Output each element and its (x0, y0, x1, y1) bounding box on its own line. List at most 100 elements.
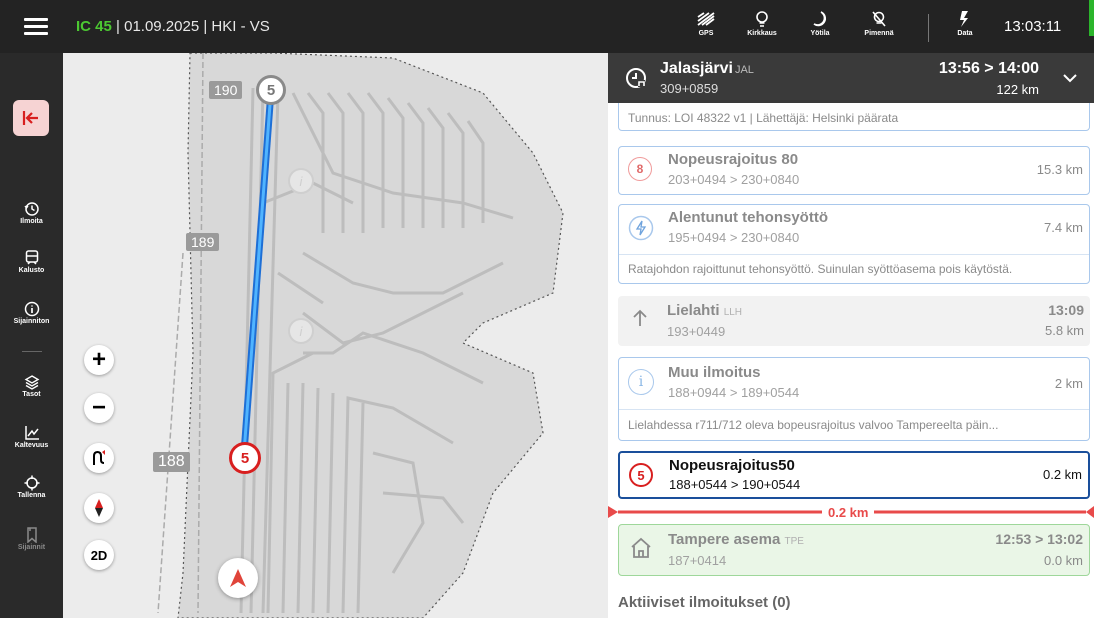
info-icon (24, 301, 39, 317)
card-divider (619, 254, 1089, 255)
compass-button[interactable] (84, 493, 114, 523)
notice-note: Lielahdessa r711/712 oleva bopeusrajoitu… (628, 418, 999, 432)
compass-icon (95, 499, 103, 517)
km-label-189: 189 (186, 233, 220, 251)
speed-limit-icon: 5 (629, 463, 653, 487)
data-button[interactable]: Data (942, 10, 988, 37)
night-mode-button[interactable]: Yötila (797, 10, 843, 37)
gps-button[interactable]: GPS (683, 10, 729, 37)
view-mode-button[interactable]: 2D (84, 540, 114, 570)
brightness-bulb-icon (756, 11, 768, 27)
notice-title: Nopeusrajoitus50 (669, 457, 795, 474)
map-canvas: i i (157, 53, 564, 618)
arrow-up-icon (631, 308, 649, 333)
sidebar-item-kaltevuus[interactable]: Kaltevuus (0, 425, 63, 449)
speed-sign-top[interactable]: 5 (256, 75, 286, 105)
info-circle-icon: i (628, 369, 654, 395)
sidebar-label: Tallenna (17, 492, 46, 499)
notice-title: Alentunut tehonsyöttö (668, 209, 828, 226)
brightness-button[interactable]: Kirkkaus (739, 10, 785, 37)
station-distance: 0.0 km (1043, 553, 1083, 568)
menu-icon[interactable] (24, 18, 48, 36)
night-mode-label: Yötila (810, 30, 830, 37)
layers-icon (24, 375, 39, 390)
data-label: Data (957, 30, 973, 37)
top-bar: IC 45 | 01.09.2025 | HKI - VS GPS Kirkka… (0, 0, 1094, 53)
notice-card-other[interactable]: i Muu ilmoitus 188+0944 > 189+0544 2 km … (618, 357, 1090, 441)
notice-card-speed-50[interactable]: 5 Nopeusrajoitus50 188+0544 > 190+0544 0… (618, 451, 1090, 499)
zoom-in-button[interactable]: + (84, 345, 114, 375)
notice-range: 188+0944 > 189+0544 (668, 385, 800, 400)
notice-card-power[interactable]: Alentunut tehonsyöttö 195+0494 > 230+084… (618, 204, 1090, 284)
waypoint-time: 13:09 (1048, 302, 1084, 318)
sidebar-label: Tasot (22, 391, 41, 398)
waypoint-distance: 5.8 km (1044, 323, 1084, 338)
station-time: 13:56 > 14:00 (938, 60, 1039, 77)
dim-off-icon (872, 11, 886, 27)
notice-note: Tunnus: LOI 48322 v1 | Lähettäjä: Helsin… (628, 111, 899, 125)
station-time: 12:53 > 13:02 (995, 531, 1083, 547)
sidebar-item-tallenna[interactable]: Tallenna (0, 475, 63, 499)
gps-label: GPS (698, 30, 714, 37)
sidebar-item-ilmoita[interactable]: Ilmoita (0, 201, 63, 225)
track-map[interactable]: i i 190 189 188 5 5 + − 2D (63, 53, 608, 618)
next-station-header[interactable]: Jalasjärvi JAL 309+0859 13:56 > 14:00 122… (608, 53, 1094, 103)
dim-button[interactable]: Pimennä (856, 10, 902, 37)
sidebar-item-sijainniton[interactable]: Sijainniton (0, 301, 63, 325)
gps-signal-icon (697, 12, 715, 26)
waypoint-name: Lielahti (667, 302, 720, 319)
dim-label: Pimennä (864, 30, 894, 37)
chevron-down-icon[interactable] (1062, 70, 1078, 86)
station-code: JAL (734, 64, 754, 76)
history-report-icon (23, 202, 39, 216)
sidebar-item-sijainnit[interactable]: Sijainnit (0, 527, 63, 551)
speed-sign-value: 5 (266, 81, 276, 99)
station-name: Jalasjärvi JAL (660, 60, 754, 78)
notice-distance: 15.3 km (1036, 162, 1083, 177)
notice-range: 203+0494 > 230+0840 (668, 172, 800, 187)
notice-distance: 7.4 km (1043, 220, 1083, 235)
notice-note: Ratajohdon rajoittunut tehonsyöttö. Suin… (628, 262, 1013, 276)
navigation-arrow-icon (230, 569, 246, 587)
notice-distance: 0.2 km (1042, 467, 1082, 482)
waypoint-position: 193+0449 (667, 324, 726, 339)
speed-limit-value: 8 (628, 157, 652, 181)
station-position: 309+0859 (660, 81, 719, 96)
zoom-out-button[interactable]: − (84, 393, 114, 423)
station-title: Tampere asema TPE (668, 531, 804, 548)
my-location-button[interactable] (218, 558, 258, 598)
speed-sign-bottom[interactable]: 5 (229, 442, 261, 474)
train-info: IC 45 | 01.09.2025 | HKI - VS (76, 18, 270, 35)
card-divider (619, 409, 1089, 410)
notice-range: 188+0544 > 190+0544 (669, 477, 801, 492)
speed-limit-value: 5 (629, 463, 653, 487)
sidebar-label: Sijainniton (13, 318, 50, 325)
collapse-button[interactable] (13, 100, 49, 136)
sidebar-label: Sijainnit (17, 544, 46, 551)
active-notices-heading[interactable]: Aktiiviset ilmoitukset (0) (618, 594, 791, 611)
notice-distance: 2 km (1054, 376, 1083, 391)
waypoint-card-lielahti[interactable]: Lielahti LLH 193+0449 13:09 5.8 km (618, 296, 1090, 346)
night-mode-icon (813, 11, 827, 27)
station-name-text: Tampere asema (668, 531, 781, 548)
bookmark-icon (26, 527, 37, 543)
distance-marker-label: 0.2 km (822, 505, 875, 520)
sidebar-label: Kaltevuus (14, 442, 49, 449)
route-panel: Tunnus: LOI 48322 v1 | Lähettäjä: Helsin… (608, 53, 1094, 618)
crosshair-icon (24, 475, 39, 491)
station-card-tampere[interactable]: Tampere asema TPE 187+0414 12:53 > 13:02… (618, 524, 1090, 576)
sidebar-label: Kalusto (18, 267, 45, 274)
station-distance: 122 km (996, 82, 1039, 97)
data-transfer-icon (960, 11, 968, 27)
power-icon (628, 215, 654, 246)
sidebar-label: Ilmoita (20, 218, 43, 225)
station-code: TPE (784, 536, 804, 547)
notice-card-speed-80[interactable]: 8 Nopeusrajoitus 80 203+0494 > 230+0840 … (618, 146, 1090, 195)
topbar-divider (928, 14, 929, 42)
train-route: | 01.09.2025 | HKI - VS (116, 18, 270, 35)
sidebar-item-kalusto[interactable]: Kalusto (0, 250, 63, 274)
train-number: IC 45 (76, 18, 112, 35)
station-name-text: Jalasjärvi (660, 60, 733, 77)
route-button[interactable] (84, 443, 114, 473)
sidebar-item-tasot[interactable]: Tasot (0, 374, 63, 398)
